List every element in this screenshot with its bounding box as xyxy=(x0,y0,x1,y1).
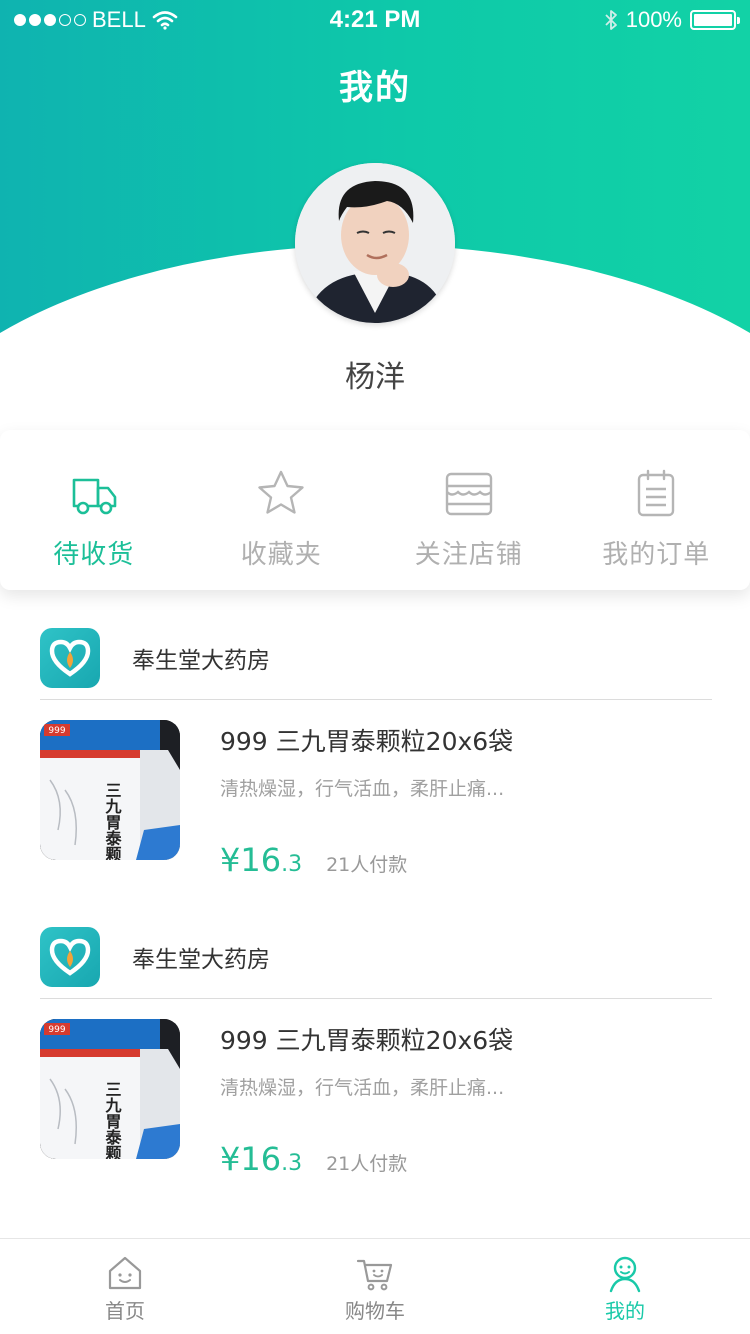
store-header[interactable]: 奉生堂大药房 xyxy=(40,627,712,700)
store-header[interactable]: 奉生堂大药房 xyxy=(40,926,712,999)
quick-action-favorites[interactable]: 收藏夹 xyxy=(188,430,376,590)
home-icon xyxy=(108,1256,142,1290)
tab-cart[interactable]: 购物车 xyxy=(250,1239,500,1334)
tab-label: 购物车 xyxy=(345,1299,405,1323)
quick-actions-card: 待收货 收藏夹 关注店铺 我的订单 xyxy=(0,430,750,590)
product-price: ¥16.3 xyxy=(220,841,303,879)
status-bar: BELL 4:21 PM 100% xyxy=(0,0,750,40)
truck-icon xyxy=(72,478,117,515)
tab-mine[interactable]: 我的 xyxy=(500,1239,750,1334)
page-title: 我的 xyxy=(339,68,411,108)
product-info: 999 三九胃泰颗粒20x6袋 清热燥湿，行气活血，柔肝止痛... ¥16.3 … xyxy=(220,720,712,879)
store-card: 奉生堂大药房 999 三九胃泰颗粒 999 三九胃泰颗粒20x6袋 清热燥湿，行… xyxy=(40,627,712,879)
store-logo-icon xyxy=(40,926,100,987)
tab-bar: 首页 购物车 我的 xyxy=(0,1238,750,1334)
battery-icon xyxy=(690,10,740,30)
battery-percent: 100% xyxy=(625,7,682,32)
store-logo-icon xyxy=(40,627,100,688)
sold-count: 21人付款 xyxy=(326,854,408,876)
brand-label: 999 xyxy=(48,1025,65,1035)
quick-action-followed-stores[interactable]: 关注店铺 xyxy=(375,430,563,590)
star-icon xyxy=(258,470,304,514)
product-meta: ¥16.3 21人付款 xyxy=(220,1140,712,1178)
avatar-portrait xyxy=(295,163,455,323)
product-item[interactable]: 999 三九胃泰颗粒 999 三九胃泰颗粒20x6袋 清热燥湿，行气活血，柔肝止… xyxy=(40,720,712,879)
product-price: ¥16.3 xyxy=(220,1140,303,1178)
product-description: 清热燥湿，行气活血，柔肝止痛... xyxy=(220,1077,505,1099)
box-text: 三九胃泰颗粒 xyxy=(103,782,123,860)
tab-label: 首页 xyxy=(105,1299,145,1323)
status-right: 100% xyxy=(604,7,740,33)
quick-action-label: 待收货 xyxy=(53,540,135,570)
person-icon xyxy=(609,1256,641,1293)
product-description: 清热燥湿，行气活血，柔肝止痛... xyxy=(220,778,505,800)
brand-label: 999 xyxy=(48,726,65,736)
product-image: 999 三九胃泰颗粒 xyxy=(40,1019,180,1159)
quick-action-pending-receipt[interactable]: 待收货 xyxy=(0,430,188,590)
product-title: 999 三九胃泰颗粒20x6袋 xyxy=(220,727,514,756)
product-image: 999 三九胃泰颗粒 xyxy=(40,720,180,860)
product-title: 999 三九胃泰颗粒20x6袋 xyxy=(220,1026,514,1055)
product-meta: ¥16.3 21人付款 xyxy=(220,841,712,879)
sold-count: 21人付款 xyxy=(326,1153,408,1175)
product-item[interactable]: 999 三九胃泰颗粒 999 三九胃泰颗粒20x6袋 清热燥湿，行气活血，柔肝止… xyxy=(40,1019,712,1178)
avatar[interactable] xyxy=(295,163,455,323)
store-icon xyxy=(445,472,492,516)
store-name: 奉生堂大药房 xyxy=(132,946,270,973)
quick-action-label: 关注店铺 xyxy=(414,540,523,570)
tab-home[interactable]: 首页 xyxy=(0,1239,250,1334)
quick-action-label: 收藏夹 xyxy=(240,540,322,570)
store-card: 奉生堂大药房 999 三九胃泰颗粒 999 三九胃泰颗粒20x6袋 清热燥湿，行… xyxy=(40,926,712,1178)
quick-action-label: 我的订单 xyxy=(602,540,711,570)
product-info: 999 三九胃泰颗粒20x6袋 清热燥湿，行气活血，柔肝止痛... ¥16.3 … xyxy=(220,1019,712,1178)
store-name: 奉生堂大药房 xyxy=(132,647,270,674)
bluetooth-icon xyxy=(605,10,617,30)
clipboard-icon xyxy=(638,469,675,517)
quick-action-my-orders[interactable]: 我的订单 xyxy=(563,430,750,590)
tab-label: 我的 xyxy=(605,1299,645,1323)
box-text: 三九胃泰颗粒 xyxy=(103,1081,123,1159)
username: 杨洋 xyxy=(345,360,405,395)
cart-icon xyxy=(356,1259,393,1291)
